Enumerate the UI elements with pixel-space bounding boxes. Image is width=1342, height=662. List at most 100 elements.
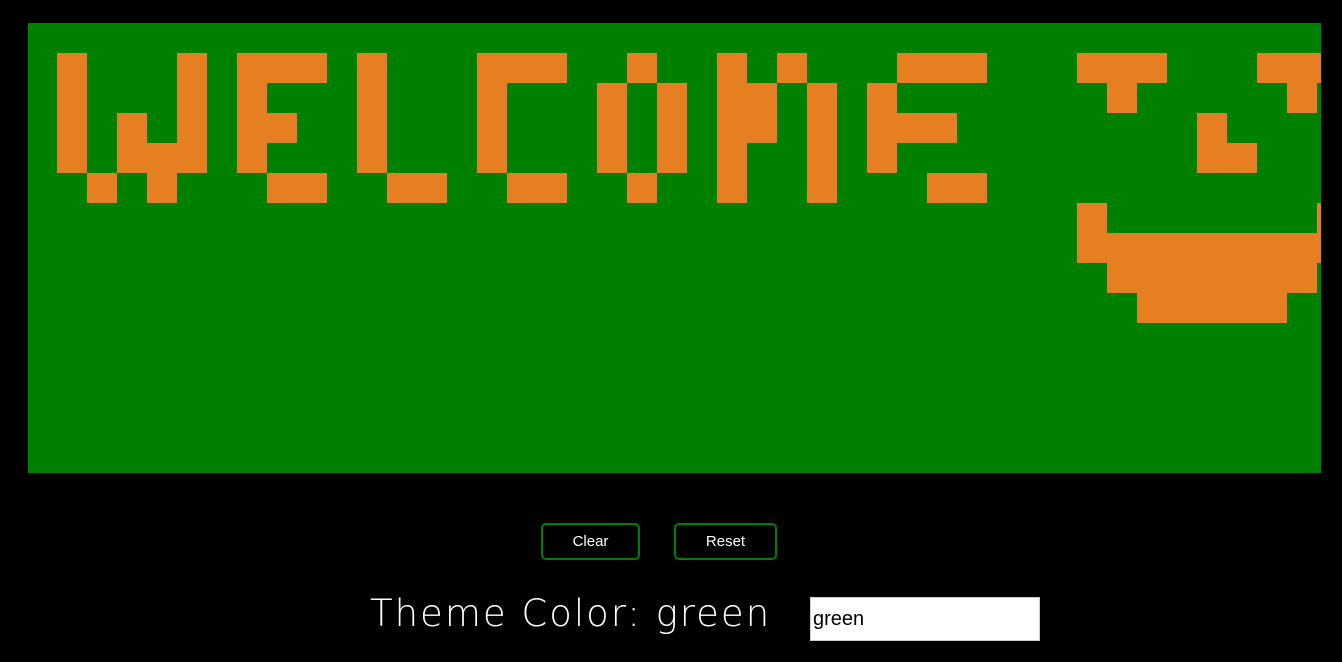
pixel-cell[interactable] (747, 113, 777, 143)
pixel-cell[interactable] (1197, 143, 1227, 173)
pixel-cell[interactable] (237, 83, 267, 113)
pixel-cell[interactable] (897, 113, 927, 143)
pixel-cell[interactable] (147, 143, 177, 173)
pixel-cell[interactable] (1227, 233, 1257, 263)
pixel-cell[interactable] (177, 83, 207, 113)
pixel-cell[interactable] (1077, 53, 1107, 83)
pixel-cell[interactable] (1257, 233, 1287, 263)
pixel-cell[interactable] (477, 83, 507, 113)
pixel-cell[interactable] (357, 143, 387, 173)
pixel-cell[interactable] (177, 113, 207, 143)
pixel-cell[interactable] (1227, 263, 1257, 293)
pixel-cell[interactable] (597, 143, 627, 173)
pixel-cell[interactable] (807, 143, 837, 173)
pixel-cell[interactable] (747, 83, 777, 113)
pixel-cell[interactable] (1227, 293, 1257, 323)
pixel-cell[interactable] (807, 173, 837, 203)
pixel-cell[interactable] (87, 173, 117, 203)
pixel-cell[interactable] (537, 173, 567, 203)
pixel-cell[interactable] (477, 113, 507, 143)
pixel-cell[interactable] (657, 83, 687, 113)
pixel-cell[interactable] (1287, 233, 1317, 263)
pixel-cell[interactable] (1287, 53, 1317, 83)
pixel-cell[interactable] (867, 143, 897, 173)
pixel-cell[interactable] (1137, 53, 1167, 83)
pixel-cell[interactable] (477, 53, 507, 83)
pixel-cell[interactable] (1287, 263, 1317, 293)
pixel-cell[interactable] (597, 113, 627, 143)
pixel-cell[interactable] (357, 53, 387, 83)
pixel-cell[interactable] (1227, 143, 1257, 173)
pixel-cell[interactable] (117, 143, 147, 173)
pixel-cell[interactable] (237, 113, 267, 143)
pixel-cell[interactable] (1197, 233, 1227, 263)
pixel-cell[interactable] (1197, 113, 1227, 143)
pixel-cell[interactable] (1107, 263, 1137, 293)
pixel-cell[interactable] (1317, 233, 1321, 263)
pixel-cell[interactable] (957, 53, 987, 83)
pixel-cell[interactable] (1137, 233, 1167, 263)
pixel-cell[interactable] (177, 53, 207, 83)
pixel-cell[interactable] (507, 173, 537, 203)
pixel-cell[interactable] (717, 173, 747, 203)
pixel-cell[interactable] (777, 53, 807, 83)
pixel-cell[interactable] (1107, 53, 1137, 83)
pixel-cell[interactable] (867, 113, 897, 143)
pixel-cell[interactable] (1317, 203, 1321, 233)
pixel-cell[interactable] (237, 143, 267, 173)
pixel-cell[interactable] (387, 173, 417, 203)
pixel-cell[interactable] (1077, 203, 1107, 233)
pixel-cell[interactable] (297, 53, 327, 83)
pixel-cell[interactable] (1317, 53, 1321, 83)
pixel-cell[interactable] (897, 53, 927, 83)
pixel-cell[interactable] (1257, 53, 1287, 83)
pixel-cell[interactable] (477, 143, 507, 173)
pixel-cell[interactable] (807, 83, 837, 113)
pixel-cell[interactable] (357, 113, 387, 143)
pixel-cell[interactable] (297, 173, 327, 203)
pixel-cell[interactable] (957, 173, 987, 203)
pixel-cell[interactable] (57, 83, 87, 113)
reset-button[interactable]: Reset (674, 523, 777, 560)
pixel-cell[interactable] (1137, 263, 1167, 293)
pixel-cell[interactable] (657, 113, 687, 143)
pixel-cell[interactable] (627, 53, 657, 83)
pixel-cell[interactable] (267, 53, 297, 83)
pixel-cell[interactable] (657, 143, 687, 173)
pixel-cell[interactable] (177, 143, 207, 173)
pixel-cell[interactable] (1167, 263, 1197, 293)
pixel-cell[interactable] (237, 53, 267, 83)
pixel-cell[interactable] (717, 113, 747, 143)
pixel-cell[interactable] (597, 83, 627, 113)
pixel-canvas[interactable] (28, 23, 1321, 473)
pixel-cell[interactable] (927, 53, 957, 83)
pixel-cell[interactable] (717, 143, 747, 173)
pixel-cell[interactable] (267, 113, 297, 143)
pixel-cell[interactable] (357, 83, 387, 113)
pixel-cell[interactable] (1167, 233, 1197, 263)
pixel-cell[interactable] (537, 53, 567, 83)
pixel-cell[interactable] (1287, 83, 1317, 113)
pixel-cell[interactable] (117, 113, 147, 143)
pixel-cell[interactable] (57, 113, 87, 143)
pixel-cell[interactable] (927, 113, 957, 143)
pixel-cell[interactable] (1257, 263, 1287, 293)
pixel-cell[interactable] (1077, 233, 1107, 263)
pixel-cell[interactable] (1257, 293, 1287, 323)
pixel-cell[interactable] (717, 83, 747, 113)
pixel-cell[interactable] (1107, 83, 1137, 113)
pixel-cell[interactable] (627, 173, 657, 203)
pixel-cell[interactable] (57, 143, 87, 173)
pixel-cell[interactable] (1107, 233, 1137, 263)
pixel-cell[interactable] (507, 53, 537, 83)
pixel-cell[interactable] (1197, 293, 1227, 323)
theme-color-input[interactable] (810, 597, 1040, 641)
pixel-cell[interactable] (57, 53, 87, 83)
pixel-cell[interactable] (867, 83, 897, 113)
pixel-cell[interactable] (717, 53, 747, 83)
pixel-cell[interactable] (1197, 263, 1227, 293)
pixel-cell[interactable] (417, 173, 447, 203)
pixel-cell[interactable] (1167, 293, 1197, 323)
pixel-cell[interactable] (1137, 293, 1167, 323)
pixel-cell[interactable] (267, 173, 297, 203)
